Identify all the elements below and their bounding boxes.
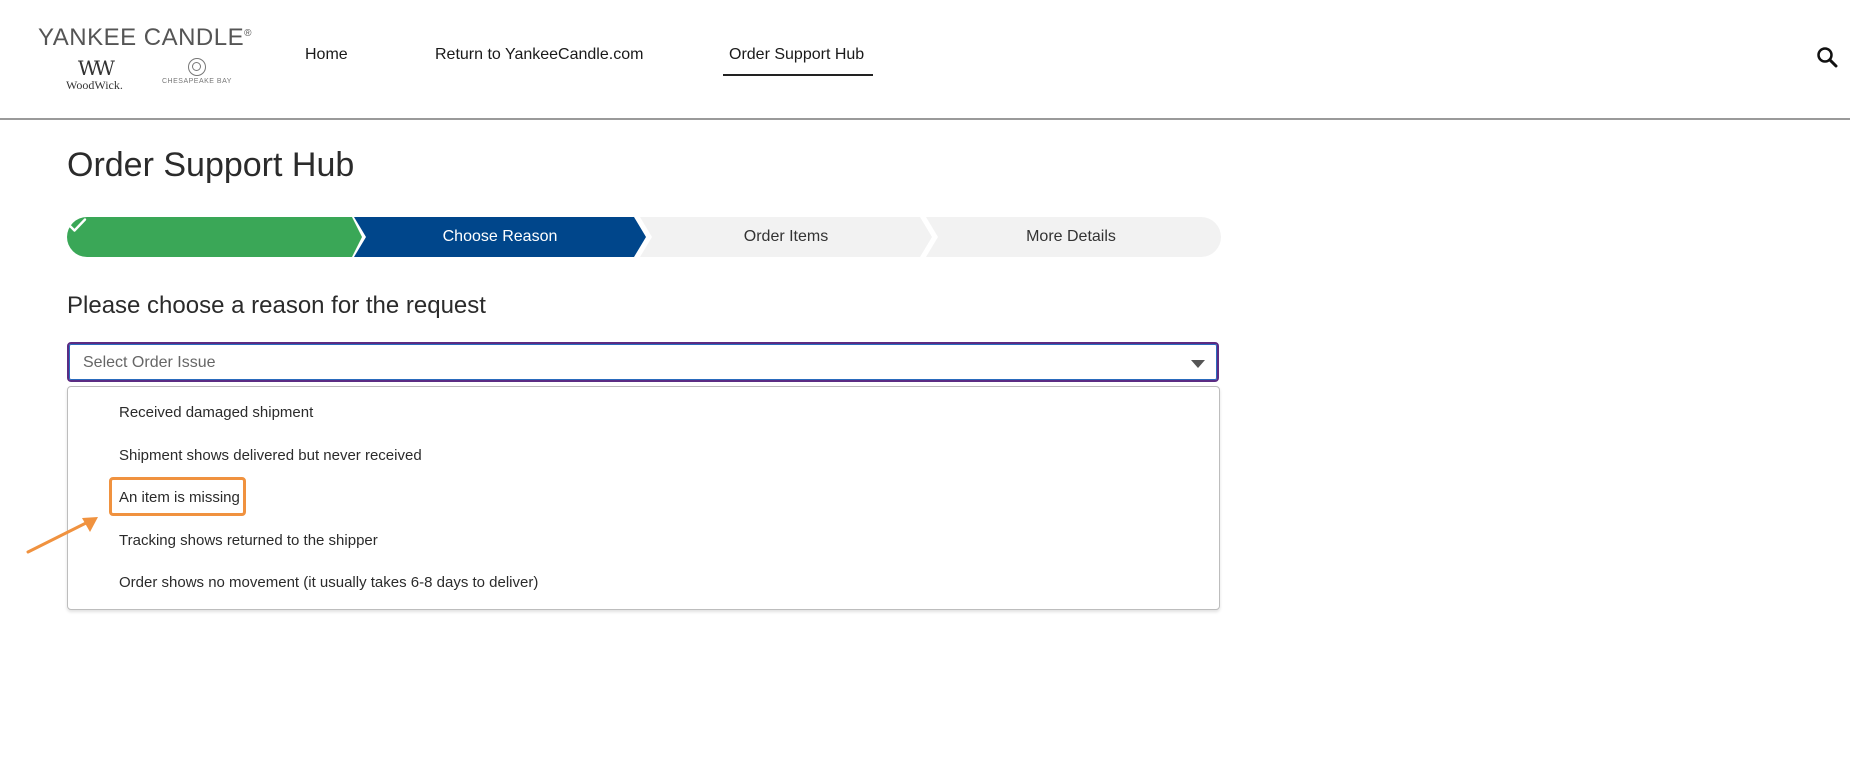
nav-home[interactable]: Home [305, 46, 348, 64]
nav-active-underline [723, 74, 873, 76]
annotation-arrow-icon [26, 517, 98, 554]
logo-reg: ® [244, 28, 252, 39]
step-order-items: Order Items [640, 217, 932, 257]
woodwick-text: WoodWick. [66, 78, 123, 92]
option-received-damaged[interactable]: Received damaged shipment [119, 404, 313, 421]
yankee-candle-logo[interactable]: YANKEE CANDLE® [38, 24, 252, 52]
woodwick-logo[interactable]: WW WoodWick. [66, 58, 123, 93]
step-label: More Details [1026, 228, 1116, 245]
step-complete [67, 217, 362, 257]
woodwick-mark: WW [77, 56, 115, 80]
progress-stepper: Choose Reason Order Items More Details [67, 217, 1221, 257]
logo-text: YANKEE CANDLE [38, 24, 245, 51]
chesapeake-bay-text: CHESAPEAKE BAY [162, 78, 232, 85]
highlight-annotation-box [109, 477, 246, 516]
site-header: YANKEE CANDLE® WW WoodWick. CHESAPEAKE B… [0, 0, 1850, 120]
page-title: Order Support Hub [67, 146, 355, 184]
nav-return-to-yankeecandle[interactable]: Return to YankeeCandle.com [435, 46, 643, 64]
chesapeake-bay-logo[interactable]: CHESAPEAKE BAY [162, 58, 232, 85]
option-returned-to-shipper[interactable]: Tracking shows returned to the shipper [119, 532, 378, 549]
step-shape [67, 217, 362, 257]
step-more-details: More Details [926, 217, 1221, 257]
select-placeholder: Select Order Issue [83, 354, 216, 371]
step-label: Order Items [743, 228, 829, 245]
caret-down-icon[interactable] [1191, 360, 1205, 368]
chesapeake-bay-mark-icon [187, 58, 206, 76]
reason-heading: Please choose a reason for the request [67, 292, 486, 319]
step-label: Choose Reason [442, 228, 558, 245]
option-delivered-not-received[interactable]: Shipment shows delivered but never recei… [119, 447, 422, 464]
option-no-movement[interactable]: Order shows no movement (it usually take… [119, 574, 538, 591]
checkmark-icon [67, 218, 87, 232]
nav-order-support-hub[interactable]: Order Support Hub [729, 46, 864, 64]
step-choose-reason: Choose Reason [354, 217, 646, 257]
search-icon[interactable] [1816, 46, 1838, 68]
order-issue-select[interactable]: Select Order Issue [67, 342, 1219, 382]
